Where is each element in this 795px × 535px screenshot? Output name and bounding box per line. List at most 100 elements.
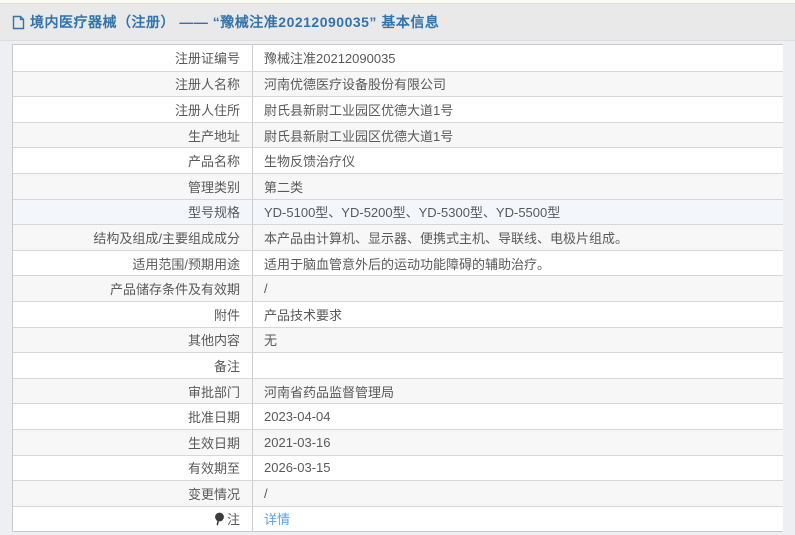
document-icon xyxy=(12,15,25,30)
row-value: YD-5100型、YD-5200型、YD-5300型、YD-5500型 xyxy=(253,200,783,225)
table-row: 注册证编号 豫械注准20212090035 xyxy=(13,45,783,71)
row-label-text: 生产地址 xyxy=(187,128,240,144)
row-value: 产品技术要求 xyxy=(253,302,783,327)
row-label: 附件 xyxy=(13,301,253,327)
row-label: 适用范围/预期用途 xyxy=(13,250,253,276)
row-value: 生物反馈治疗仪 xyxy=(253,148,783,173)
row-label-text: 审批部门 xyxy=(187,384,240,400)
row-label-text: 管理类别 xyxy=(187,179,240,195)
row-value-text: 2021-03-16 xyxy=(264,434,331,450)
row-value-text: / xyxy=(264,281,268,297)
row-value-text: 第二类 xyxy=(264,179,304,195)
row-label: 型号规格 xyxy=(13,199,253,225)
table-row: 生效日期 2021-03-16 xyxy=(13,428,783,455)
row-label-text: 注册人名称 xyxy=(174,77,240,93)
header-bar: 境内医疗器械（注册） —— “豫械注准20212090035” 基本信息 xyxy=(0,4,795,41)
table-row: 型号规格 YD-5100型、YD-5200型、YD-5300型、YD-5500型 xyxy=(13,198,783,225)
row-label: 管理类别 xyxy=(13,173,253,199)
row-value: 无 xyxy=(253,328,783,353)
row-value xyxy=(253,353,783,378)
table-row: 审批部门 河南省药品监督管理局 xyxy=(13,377,783,404)
row-label: 批准日期 xyxy=(13,404,253,429)
row-label: 变更情况 xyxy=(13,481,253,506)
content-area: 注册证编号 豫械注准20212090035 注册人名称 河南优德医疗设备股份有限… xyxy=(0,41,795,533)
row-label-text: 结构及组成/主要组成成分 xyxy=(93,230,240,246)
row-label: 产品名称 xyxy=(13,148,253,173)
table-row: 注 详情 xyxy=(13,505,783,532)
table-row: 备注 xyxy=(13,352,783,378)
row-value-text: 河南省药品监督管理局 xyxy=(264,384,395,400)
row-label: 注册人住所 xyxy=(13,97,253,122)
row-label-text: 附件 xyxy=(213,307,240,323)
row-label: 审批部门 xyxy=(13,378,253,404)
row-label: 备注 xyxy=(13,353,253,378)
table-row: 适用范围/预期用途 适用于脑血管意外后的运动功能障碍的辅助治疗。 xyxy=(13,249,783,276)
row-value: 尉氏县新尉工业园区优德大道1号 xyxy=(253,123,783,148)
table-row: 批准日期 2023-04-04 xyxy=(13,403,783,429)
row-label-text: 变更情况 xyxy=(187,486,240,502)
row-value: 河南省药品监督管理局 xyxy=(253,379,783,404)
detail-link[interactable]: 详情 xyxy=(264,509,290,528)
row-value: 详情 xyxy=(253,507,783,532)
row-value: 适用于脑血管意外后的运动功能障碍的辅助治疗。 xyxy=(253,251,783,276)
row-label-text: 适用范围/预期用途 xyxy=(132,256,240,272)
row-value-text: 尉氏县新尉工业园区优德大道1号 xyxy=(264,128,454,144)
row-value: 2026-03-15 xyxy=(253,456,783,481)
note-icon xyxy=(214,512,225,526)
table-row: 其他内容 无 xyxy=(13,326,783,353)
row-value: 本产品由计算机、显示器、便携式主机、导联线、电极片组成。 xyxy=(253,225,783,250)
row-value: 尉氏县新尉工业园区优德大道1号 xyxy=(253,97,783,122)
row-value: 第二类 xyxy=(253,174,783,199)
row-value-text: 无 xyxy=(264,333,278,349)
info-table: 注册证编号 豫械注准20212090035 注册人名称 河南优德医疗设备股份有限… xyxy=(12,44,783,533)
row-label: 生产地址 xyxy=(13,122,253,148)
table-row: 变更情况 / xyxy=(13,480,783,506)
table-row: 注册人住所 尉氏县新尉工业园区优德大道1号 xyxy=(13,96,783,122)
row-label-text: 注册证编号 xyxy=(174,51,240,67)
row-value: / xyxy=(253,481,783,506)
table-row: 注册人名称 河南优德医疗设备股份有限公司 xyxy=(13,70,783,97)
table-row: 附件 产品技术要求 xyxy=(13,300,783,327)
table-row: 产品名称 生物反馈治疗仪 xyxy=(13,147,783,173)
row-value: 河南优德医疗设备股份有限公司 xyxy=(253,72,783,97)
row-label-text: 型号规格 xyxy=(187,205,240,221)
table-row: 生产地址 尉氏县新尉工业园区优德大道1号 xyxy=(13,121,783,148)
row-value-text: 适用于脑血管意外后的运动功能障碍的辅助治疗。 xyxy=(264,256,551,272)
row-label: 注 xyxy=(13,506,253,532)
row-value-text: 尉氏县新尉工业园区优德大道1号 xyxy=(264,102,454,118)
row-label-text: 备注 xyxy=(213,358,240,374)
row-label: 结构及组成/主要组成成分 xyxy=(13,225,253,250)
row-label: 其他内容 xyxy=(13,327,253,353)
row-value-text: 2026-03-15 xyxy=(264,460,331,476)
row-label: 注册人名称 xyxy=(13,71,253,97)
row-label-text: 其他内容 xyxy=(187,333,240,349)
row-label-text: 产品名称 xyxy=(187,154,240,170)
row-value-text: 本产品由计算机、显示器、便携式主机、导联线、电极片组成。 xyxy=(264,230,629,246)
page-title: 境内医疗器械（注册） —— “豫械注准20212090035” 基本信息 xyxy=(30,14,440,30)
table-row: 结构及组成/主要组成成分 本产品由计算机、显示器、便携式主机、导联线、电极片组成… xyxy=(13,224,783,250)
row-value: 2023-04-04 xyxy=(253,404,783,429)
row-label-text: 批准日期 xyxy=(187,410,240,426)
row-label-text: 有效期至 xyxy=(187,461,240,477)
row-value: / xyxy=(253,276,783,301)
table-row: 管理类别 第二类 xyxy=(13,172,783,199)
table-row: 有效期至 2026-03-15 xyxy=(13,454,783,481)
row-label: 生效日期 xyxy=(13,429,253,455)
row-label-text: 产品储存条件及有效期 xyxy=(109,282,240,298)
row-label-text: 注 xyxy=(226,512,240,528)
row-value-text: 生物反馈治疗仪 xyxy=(264,154,356,170)
row-label: 有效期至 xyxy=(13,455,253,481)
row-label: 注册证编号 xyxy=(13,45,253,71)
row-value-text: / xyxy=(264,485,268,501)
row-value-text: 河南优德医疗设备股份有限公司 xyxy=(264,77,447,93)
row-value-text: YD-5100型、YD-5200型、YD-5300型、YD-5500型 xyxy=(264,205,561,221)
row-value: 2021-03-16 xyxy=(253,430,783,455)
table-row: 产品储存条件及有效期 / xyxy=(13,275,783,301)
row-value: 豫械注准20212090035 xyxy=(253,45,783,71)
row-label-text: 生效日期 xyxy=(187,435,240,451)
row-value-text: 豫械注准20212090035 xyxy=(264,51,396,67)
row-value-text: 2023-04-04 xyxy=(264,409,331,425)
row-label: 产品储存条件及有效期 xyxy=(13,276,253,301)
row-label-text: 注册人住所 xyxy=(174,102,240,118)
row-value-text: 产品技术要求 xyxy=(264,307,343,323)
